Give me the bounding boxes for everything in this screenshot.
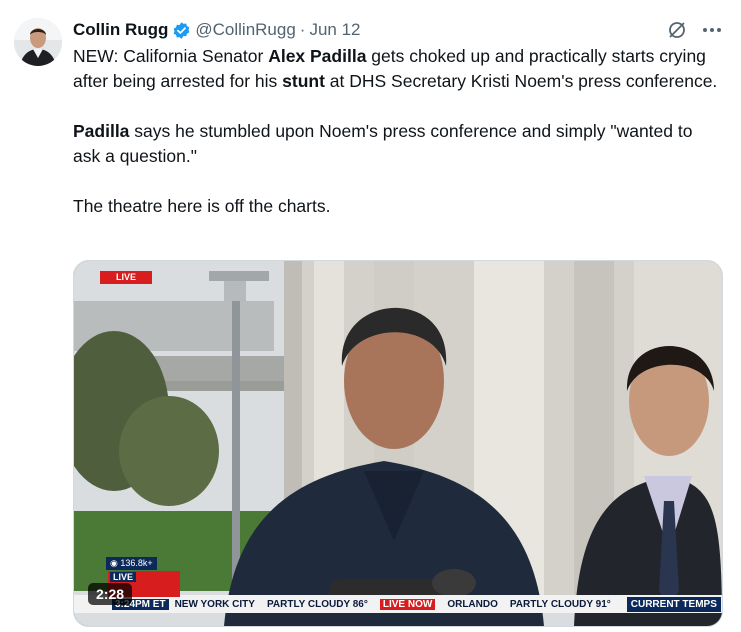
live-badge: LIVE	[100, 271, 152, 284]
ticker-city-1: NEW YORK CITY	[174, 598, 255, 610]
author-name[interactable]: Collin Rugg	[73, 20, 168, 40]
video-duration: 2:28	[88, 583, 133, 605]
more-options-icon[interactable]	[701, 19, 723, 41]
ticker-weather-1: PARTLY CLOUDY 86°	[266, 598, 368, 610]
tweet-text: NEW: California Senator Alex Padilla get…	[73, 44, 723, 219]
tweet-paragraph-1: NEW: California Senator Alex Padilla get…	[73, 46, 718, 91]
author-handle[interactable]: @CollinRugg	[195, 20, 295, 40]
grok-icon[interactable]	[667, 20, 687, 40]
tweet-header: Collin Rugg @CollinRugg · Jun 12	[73, 19, 361, 41]
header-actions	[667, 19, 723, 41]
ticker-weather-2: PARTLY CLOUDY 91°	[509, 598, 611, 610]
tweet-timestamp[interactable]: Jun 12	[309, 20, 360, 40]
tweet[interactable]: Collin Rugg @CollinRugg · Jun 12 NEW: Ca…	[0, 0, 741, 632]
tweet-paragraph-3: The theatre here is off the charts.	[73, 196, 331, 216]
verified-badge-icon	[172, 21, 191, 40]
video-player[interactable]: LIVE ◉ 136.8k+ LIVE 3:24PM ET NEW YORK C…	[73, 260, 723, 627]
separator-dot: ·	[299, 20, 306, 39]
ticker-now-logo: LIVE NOW	[379, 598, 436, 610]
viewer-count: ◉ 136.8k+	[106, 557, 157, 570]
ticker-current-temps: CURRENT TEMPS	[626, 596, 721, 612]
ticker-city-2: ORLANDO	[447, 598, 498, 610]
news-ticker: 3:24PM ET NEW YORK CITY PARTLY CLOUDY 86…	[74, 595, 722, 613]
eye-icon: ◉	[110, 558, 118, 568]
tweet-paragraph-2: Padilla says he stumbled upon Noem's pre…	[73, 121, 693, 166]
live-now-label: LIVE	[110, 572, 137, 582]
avatar[interactable]	[14, 18, 62, 66]
